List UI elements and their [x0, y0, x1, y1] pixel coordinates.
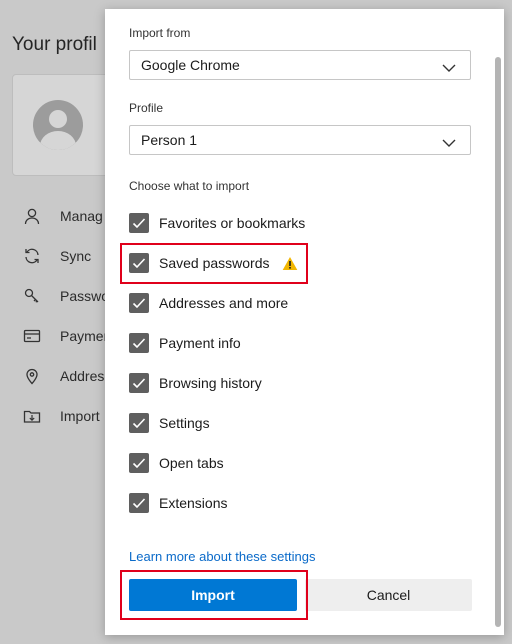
checkbox-favorites[interactable]: Favorites or bookmarks: [129, 211, 305, 235]
nav-item-manage[interactable]: Manag: [22, 196, 111, 236]
page-title: Your profil: [12, 34, 97, 55]
nav-item-passwords[interactable]: Passwo: [22, 276, 111, 316]
checkbox-label: Addresses and more: [159, 295, 289, 311]
checkbox-label: Open tabs: [159, 455, 224, 471]
nav-item-import[interactable]: Import: [22, 396, 111, 436]
choose-label: Choose what to import: [129, 179, 250, 193]
import-dialog: Import from Google Chrome Profile Person…: [105, 9, 504, 635]
nav-item-label: Manag: [60, 208, 103, 224]
chevron-down-icon: [442, 60, 456, 76]
checkmark-icon[interactable]: [129, 333, 149, 353]
warning-icon: [282, 256, 298, 271]
checkmark-icon[interactable]: [129, 293, 149, 313]
nav-item-label: Import: [60, 408, 100, 424]
person-icon: [22, 206, 42, 226]
sync-icon: [22, 246, 42, 266]
checkbox-label: Saved passwords: [159, 255, 270, 271]
checkbox-label: Extensions: [159, 495, 228, 511]
card-icon: [22, 326, 42, 346]
nav-item-payment[interactable]: Paymen: [22, 316, 111, 356]
checkbox-label: Favorites or bookmarks: [159, 215, 306, 231]
checkmark-icon[interactable]: [129, 413, 149, 433]
checkmark-icon[interactable]: [129, 453, 149, 473]
import-icon: [22, 406, 42, 426]
learn-more-link[interactable]: Learn more about these settings: [129, 549, 315, 564]
checkmark-icon[interactable]: [129, 213, 149, 233]
checkbox-settings[interactable]: Settings: [129, 411, 210, 435]
nav-item-label: Sync: [60, 248, 92, 264]
checkmark-icon[interactable]: [129, 373, 149, 393]
import-from-value: Google Chrome: [141, 57, 240, 73]
import-button[interactable]: Import: [129, 579, 297, 611]
location-icon: [22, 366, 42, 386]
nav-item-label: Passwo: [60, 288, 110, 304]
nav-item-label: Addres: [60, 368, 105, 384]
import-from-select[interactable]: Google Chrome: [129, 50, 471, 80]
nav-item-label: Paymen: [60, 328, 112, 344]
dialog-scrollbar[interactable]: [495, 57, 501, 627]
avatar: [33, 100, 83, 150]
nav-item-addresses[interactable]: Addres: [22, 356, 111, 396]
profile-select[interactable]: Person 1: [129, 125, 471, 155]
checkbox-open-tabs[interactable]: Open tabs: [129, 451, 224, 475]
chevron-down-icon: [442, 135, 456, 151]
checkbox-addresses[interactable]: Addresses and more: [129, 291, 288, 315]
nav-item-sync[interactable]: Sync: [22, 236, 111, 276]
key-icon: [22, 286, 42, 306]
settings-nav: Manag Sync Passwo Paymen Addres Import: [22, 196, 111, 436]
cancel-button[interactable]: Cancel: [305, 579, 472, 611]
checkbox-label: Settings: [159, 415, 210, 431]
checkbox-saved-passwords[interactable]: Saved passwords: [129, 251, 298, 275]
checkbox-label: Browsing history: [159, 375, 262, 391]
checkbox-browsing-history[interactable]: Browsing history: [129, 371, 262, 395]
checkmark-icon[interactable]: [129, 493, 149, 513]
import-from-label: Import from: [129, 26, 191, 40]
profile-value: Person 1: [141, 132, 198, 148]
checkmark-icon[interactable]: [129, 253, 149, 273]
checkbox-extensions[interactable]: Extensions: [129, 491, 227, 515]
checkbox-label: Payment info: [159, 335, 241, 351]
profile-label: Profile: [129, 101, 164, 115]
checkbox-payment-info[interactable]: Payment info: [129, 331, 241, 355]
